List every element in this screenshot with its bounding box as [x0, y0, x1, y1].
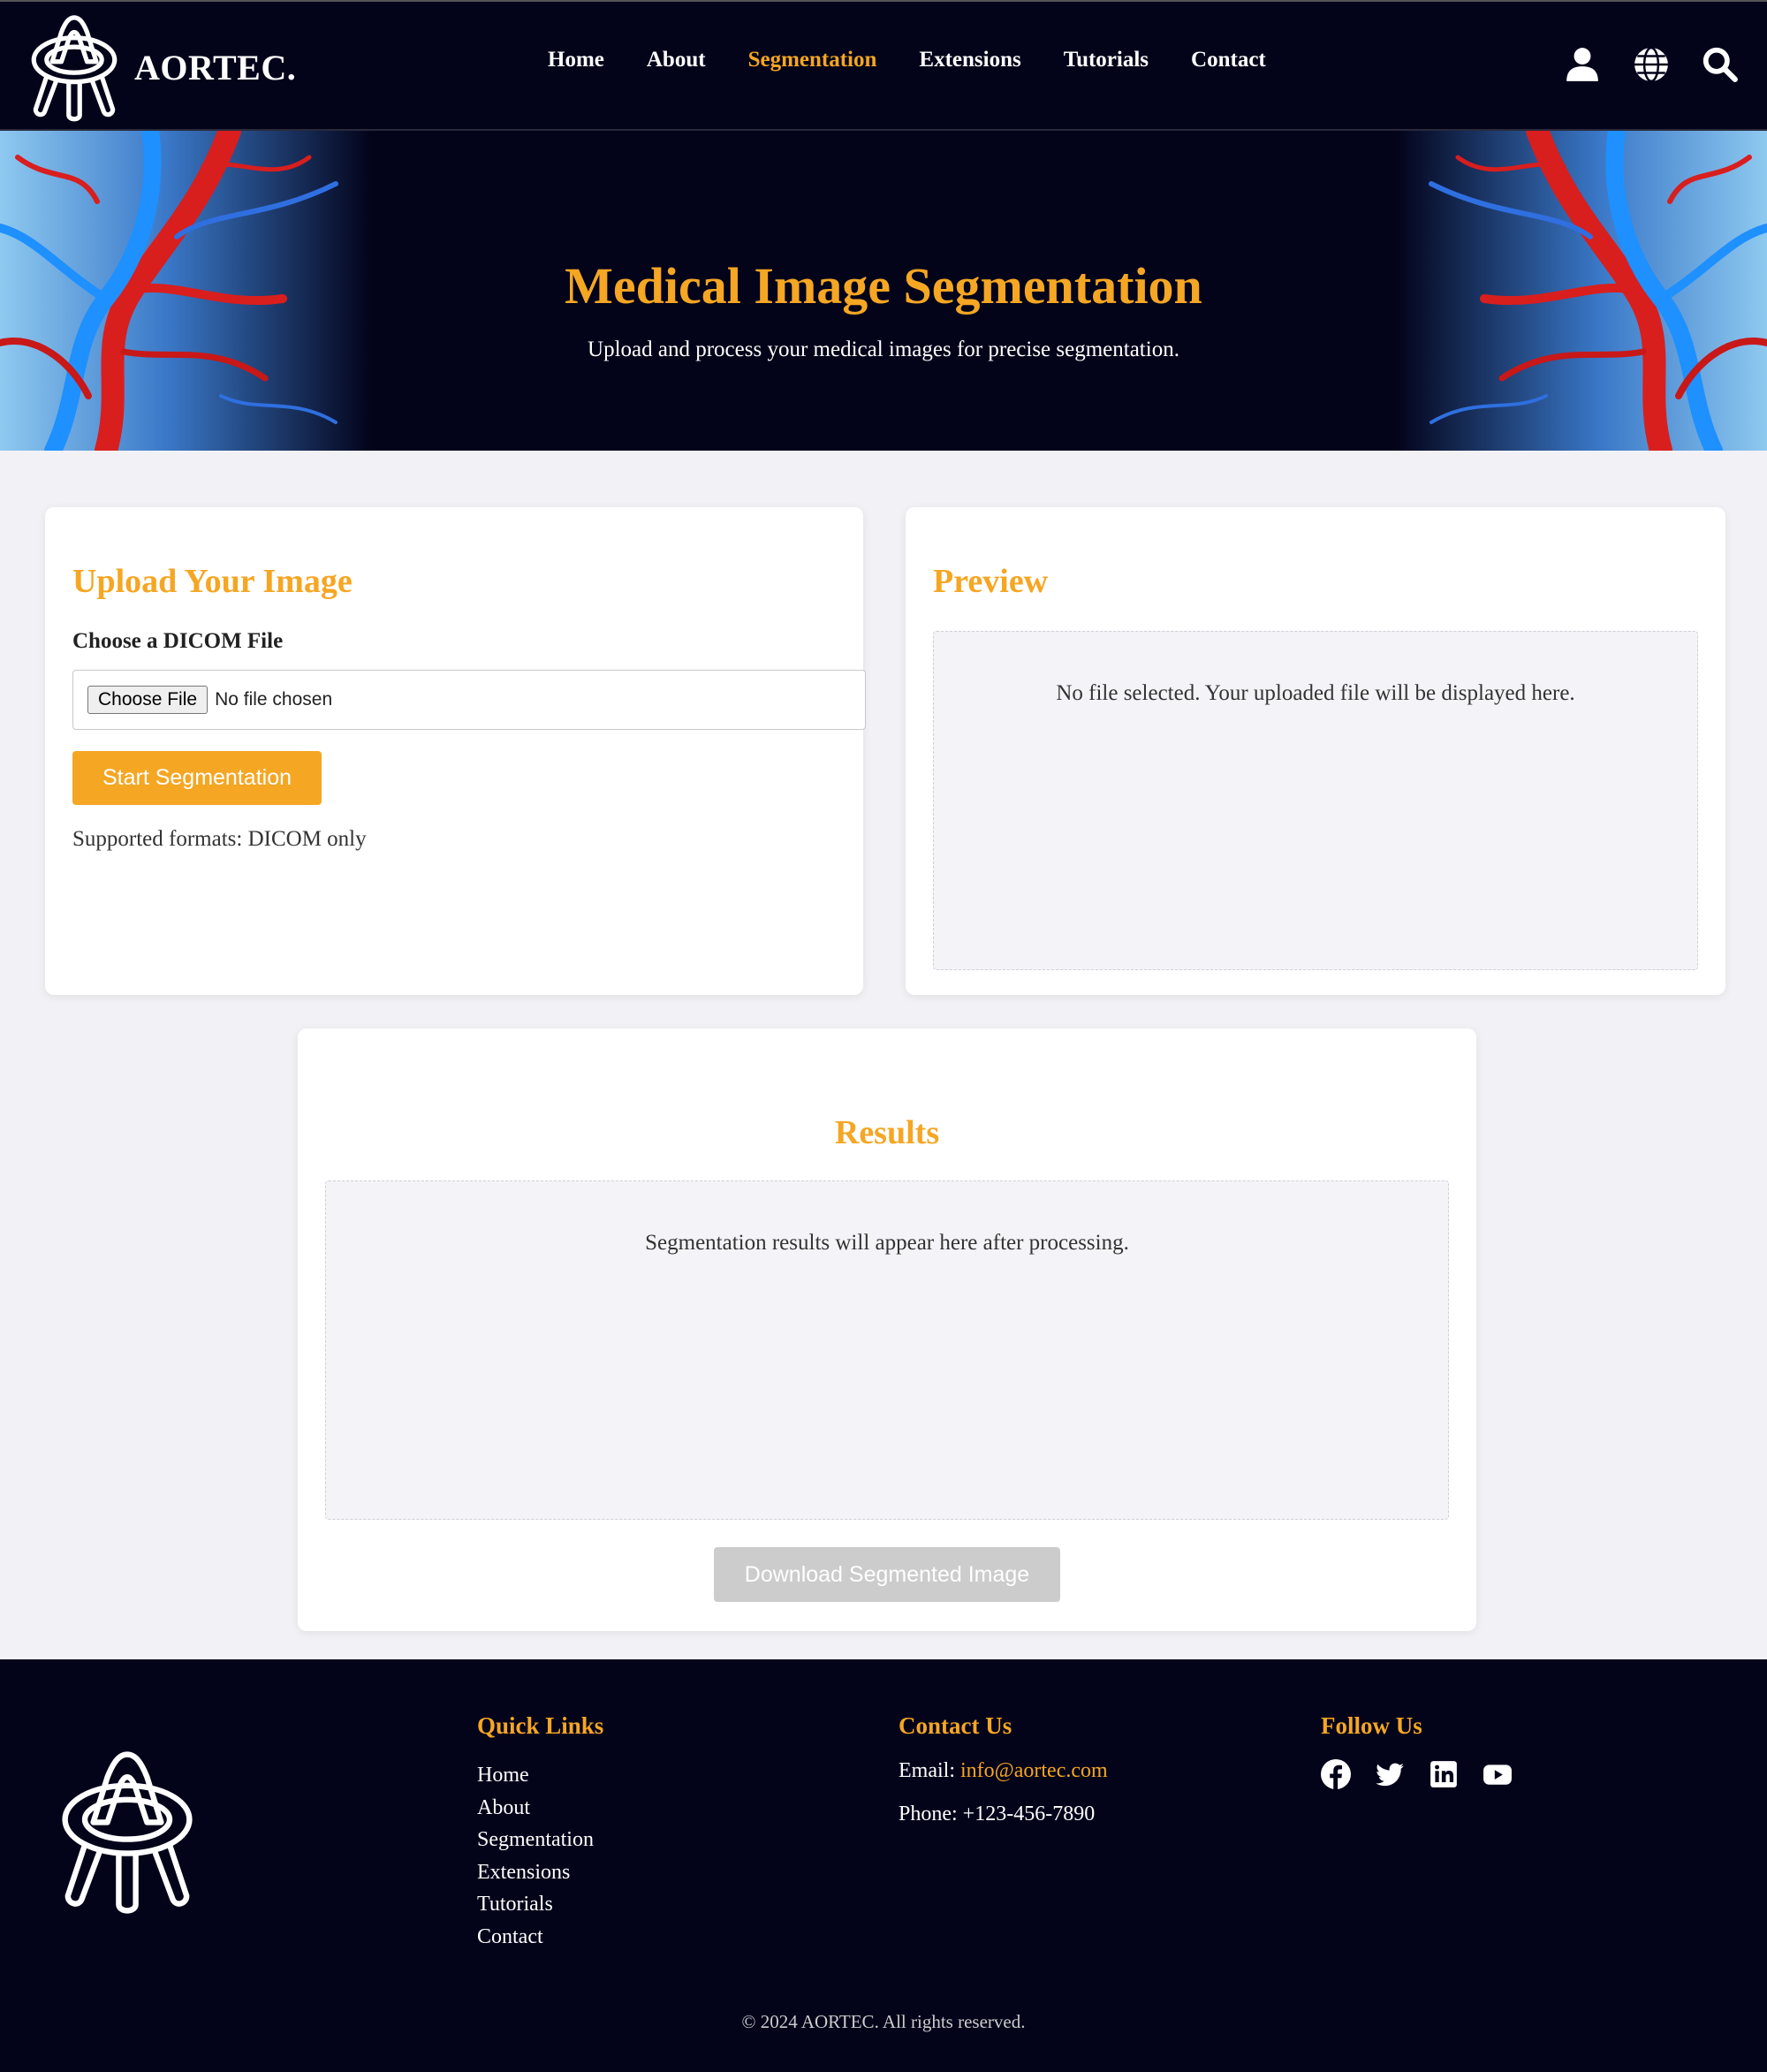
brand-logo[interactable]: AORTEC.	[28, 11, 296, 124]
page-subtitle: Upload and process your medical images f…	[588, 338, 1179, 361]
start-segmentation-button[interactable]: Start Segmentation	[72, 751, 322, 805]
footer-link-contact[interactable]: Contact	[477, 1921, 603, 1954]
footer-link-tutorials[interactable]: Tutorials	[477, 1888, 603, 1921]
results-placeholder: Segmentation results will appear here af…	[645, 1231, 1129, 1255]
brand-name: AORTEC.	[134, 47, 297, 87]
quick-links-heading: Quick Links	[477, 1712, 604, 1739]
footer-link-about[interactable]: About	[477, 1792, 603, 1825]
contact-email: Email: info@aortec.com	[899, 1759, 1108, 1783]
preview-card: Preview No file selected. Your uploaded …	[906, 507, 1725, 995]
youtube-icon[interactable]	[1483, 1759, 1513, 1789]
nav-about[interactable]: About	[647, 48, 706, 72]
follow-heading: Follow Us	[1321, 1712, 1422, 1739]
main-nav: Home About Segmentation Extensions Tutor…	[548, 48, 1308, 72]
nav-contact[interactable]: Contact	[1191, 48, 1266, 72]
supported-formats-text: Supported formats: DICOM only	[72, 827, 367, 851]
aortec-logo-icon	[31, 15, 118, 122]
file-input[interactable]: Choose File No file chosen	[72, 670, 866, 730]
footer-quick-links: Quick Links Home About Segmentation Exte…	[477, 1712, 603, 1953]
choose-file-button[interactable]: Choose File	[87, 686, 209, 714]
footer-contact: Contact Us Email: info@aortec.com Phone:…	[899, 1712, 1108, 1846]
copyright-text: © 2024 AORTEC. All rights reserved.	[741, 2011, 1026, 2032]
file-status-text: No file chosen	[215, 689, 333, 710]
nav-home[interactable]: Home	[548, 48, 604, 72]
contact-phone: Phone: +123-456-7890	[899, 1803, 1096, 1825]
footer-link-segmentation[interactable]: Segmentation	[477, 1824, 603, 1856]
footer-link-home[interactable]: Home	[477, 1759, 603, 1792]
results-title: Results	[834, 1114, 940, 1151]
email-link[interactable]: info@aortec.com	[960, 1759, 1108, 1782]
upload-title: Upload Your Image	[72, 563, 353, 600]
linkedin-icon[interactable]	[1429, 1759, 1459, 1789]
preview-placeholder: No file selected. Your uploaded file wil…	[1056, 681, 1575, 705]
social-links	[1321, 1759, 1536, 1789]
search-icon[interactable]	[1702, 46, 1739, 83]
user-icon[interactable]	[1564, 46, 1601, 83]
email-label: Email:	[899, 1759, 955, 1782]
twitter-icon[interactable]	[1375, 1759, 1405, 1789]
preview-area: No file selected. Your uploaded file wil…	[933, 631, 1698, 970]
nav-tutorials[interactable]: Tutorials	[1064, 48, 1149, 72]
footer: Quick Links Home About Segmentation Exte…	[0, 1659, 1767, 2072]
footer-follow: Follow Us	[1321, 1712, 1536, 1789]
nav-extensions[interactable]: Extensions	[919, 48, 1020, 72]
facebook-icon[interactable]	[1321, 1759, 1351, 1789]
footer-logo-icon	[62, 1751, 193, 1914]
nav-segmentation[interactable]: Segmentation	[748, 48, 877, 72]
nav-icon-group	[1532, 46, 1739, 83]
results-area: Segmentation results will appear here af…	[325, 1180, 1449, 1520]
globe-icon[interactable]	[1633, 46, 1670, 83]
file-field-label: Choose a DICOM File	[72, 629, 284, 653]
preview-title: Preview	[933, 563, 1049, 600]
download-segmented-image-button: Download Segmented Image	[714, 1547, 1060, 1602]
upload-card: Upload Your Image Choose a DICOM File Ch…	[45, 507, 866, 995]
contact-heading: Contact Us	[899, 1712, 1012, 1739]
footer-link-extensions[interactable]: Extensions	[477, 1856, 603, 1889]
results-card: Results Segmentation results will appear…	[298, 1028, 1476, 1631]
navbar: AORTEC. Home About Segmentation Extensio…	[0, 0, 1767, 131]
hero-banner: Medical Image Segmentation Upload and pr…	[0, 131, 1767, 451]
page-title: Medical Image Segmentation	[565, 257, 1202, 315]
